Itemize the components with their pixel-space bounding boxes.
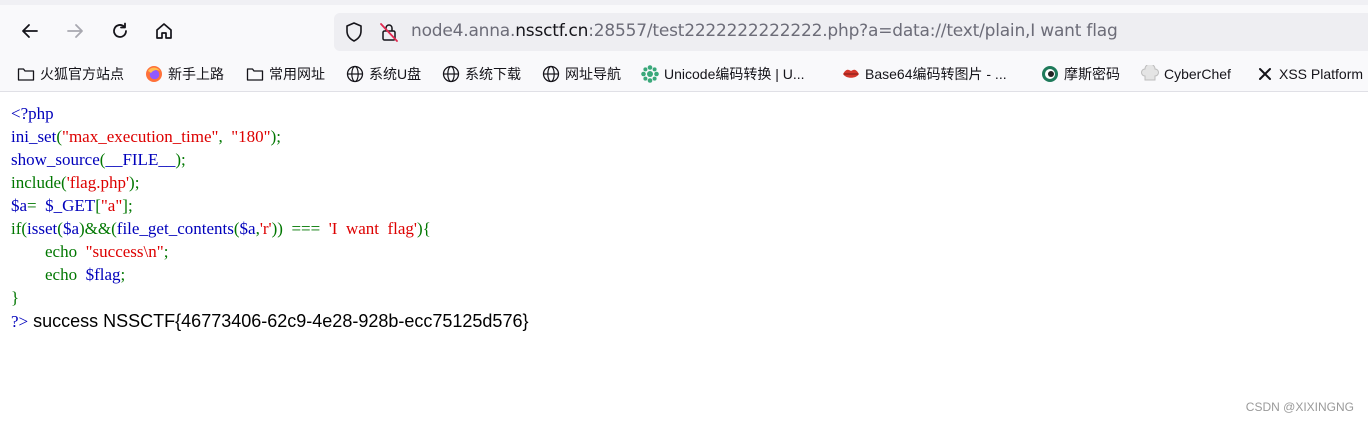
- watermark: CSDN @XIXINGNG: [1245, 400, 1354, 414]
- code-text: =: [27, 196, 46, 215]
- code-text: echo: [45, 242, 86, 261]
- gear-icon: [641, 65, 659, 83]
- flag-output: success NSSCTF{46773406-62c9-4e28-928b-e…: [28, 311, 529, 331]
- code-text: )) ===: [271, 219, 329, 238]
- php-source-code: <?php ini_set("max_execution_time", "180…: [11, 102, 431, 309]
- page-output: ?> success NSSCTF{46773406-62c9-4e28-928…: [11, 311, 528, 332]
- firefox-icon: [145, 65, 163, 83]
- code-text: );: [129, 173, 140, 192]
- code-text: ){: [416, 219, 431, 238]
- code-text: ini_set: [11, 127, 57, 146]
- code-text: "a": [100, 196, 123, 215]
- code-text: file_get_contents: [116, 219, 234, 238]
- bookmark-label: 系统下载: [465, 66, 521, 82]
- home-icon: [156, 23, 172, 39]
- folder-icon: [17, 65, 35, 83]
- url-text[interactable]: node4.anna.nssctf.cn:28557/test222222222…: [411, 21, 1118, 41]
- back-arrow-icon: [22, 24, 38, 38]
- bookmark-label: 网址导航: [565, 66, 621, 82]
- code-text: echo: [45, 265, 86, 284]
- globe-icon: [346, 65, 364, 83]
- globe-icon: [442, 65, 460, 83]
- code-text: isset: [27, 219, 58, 238]
- code-text: ;: [120, 265, 126, 284]
- circle-icon: [1041, 65, 1059, 83]
- code-text: "180": [231, 127, 271, 146]
- bookmark-label: CyberChef: [1164, 66, 1231, 82]
- code-text: ,: [218, 127, 232, 146]
- code-text: ];: [122, 196, 133, 215]
- bookmark-item[interactable]: 摩斯密码: [1041, 64, 1120, 84]
- chef-icon: [1141, 65, 1159, 83]
- reload-button[interactable]: [105, 16, 135, 46]
- code-text: $a: [11, 196, 28, 215]
- bookmark-label: Unicode编码转换 | U...: [664, 66, 805, 82]
- bookmark-label: 火狐官方站点: [40, 66, 124, 82]
- reload-icon: [113, 22, 127, 38]
- bookmark-item[interactable]: 火狐官方站点: [17, 64, 124, 84]
- bookmark-item[interactable]: 网址导航: [542, 64, 621, 84]
- url-path: :28557/test2222222222222.php?a=data://te…: [588, 21, 1118, 41]
- bookmark-label: XSS Platform: [1279, 66, 1364, 82]
- cross-icon: [1256, 65, 1274, 83]
- code-text: );: [270, 127, 281, 146]
- forward-button[interactable]: [60, 16, 90, 46]
- code-text: 'flag.php': [66, 173, 130, 192]
- forward-arrow-icon: [67, 24, 83, 38]
- code-text: 'r': [259, 219, 272, 238]
- bookmark-item[interactable]: Base64编码转图片 - ...: [842, 64, 1007, 84]
- code-text: 'I want flag': [328, 219, 417, 238]
- shield-icon[interactable]: [343, 21, 365, 48]
- url-domain: nssctf.cn: [515, 21, 589, 41]
- code-text: $a: [62, 219, 79, 238]
- bookmark-item[interactable]: Unicode编码转换 | U...: [641, 64, 805, 84]
- code-text: );: [175, 150, 186, 169]
- bookmark-item[interactable]: 常用网址: [246, 64, 325, 84]
- bookmark-item[interactable]: 系统下载: [442, 64, 521, 84]
- folder-icon: [246, 65, 264, 83]
- back-button[interactable]: [15, 16, 45, 46]
- bookmark-label: 摩斯密码: [1064, 66, 1120, 82]
- code-text: __FILE__: [105, 150, 176, 169]
- globe-icon: [542, 65, 560, 83]
- php-close-tag: ?>: [11, 312, 29, 331]
- home-button[interactable]: [149, 16, 179, 46]
- code-text: include: [11, 173, 62, 192]
- code-text: ;: [163, 242, 169, 261]
- code-text: $_GET: [45, 196, 96, 215]
- code-text: )&&(: [79, 219, 117, 238]
- bookmark-label: 常用网址: [269, 66, 325, 82]
- code-text: $flag: [85, 265, 121, 284]
- code-text: $a: [239, 219, 256, 238]
- bookmark-label: Base64编码转图片 - ...: [865, 66, 1007, 82]
- lips-icon: [842, 65, 860, 83]
- code-text: if(: [11, 219, 28, 238]
- bookmark-item[interactable]: XSS Platform: [1256, 64, 1363, 84]
- bookmark-label: 系统U盘: [369, 66, 422, 82]
- bookmark-item[interactable]: 新手上路: [145, 64, 224, 84]
- code-text: <?php: [11, 104, 54, 123]
- tab-strip-edge: [0, 0, 1368, 5]
- code-text: show_source: [11, 150, 100, 169]
- bookmark-label: 新手上路: [168, 66, 224, 82]
- bookmark-item[interactable]: 系统U盘: [346, 64, 421, 84]
- url-prefix: node4.anna.: [411, 21, 516, 41]
- bookmark-item[interactable]: CyberChef: [1141, 64, 1231, 84]
- code-text: "max_execution_time": [62, 127, 219, 146]
- code-text: }: [11, 288, 20, 307]
- insecure-lock-icon[interactable]: [378, 21, 400, 48]
- code-text: "success\n": [85, 242, 164, 261]
